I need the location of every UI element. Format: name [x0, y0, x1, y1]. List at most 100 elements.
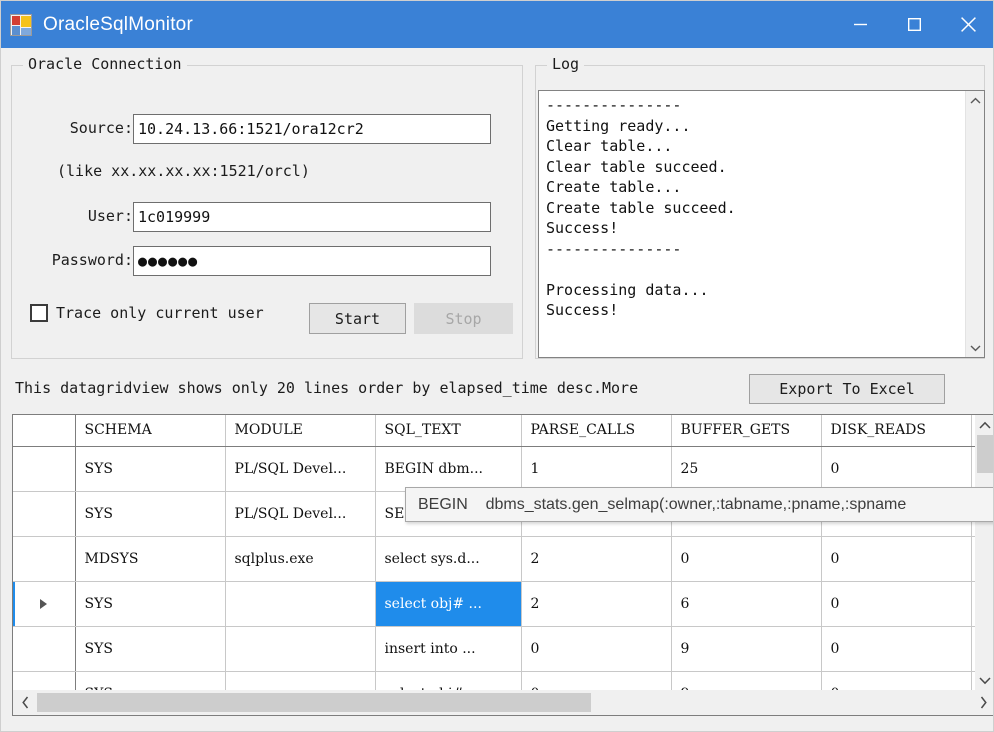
header-buffer-gets[interactable]: BUFFER_GETS — [671, 415, 822, 447]
header-schema[interactable]: SCHEMA — [75, 415, 226, 447]
table-row[interactable]: MDSYS sqlplus.exe select sys.d... 2 0 0 — [13, 536, 975, 582]
stop-button: Stop — [414, 303, 513, 334]
cell-sql-text[interactable]: insert into ... — [375, 626, 522, 672]
datagrid-scroll-down-button[interactable] — [975, 670, 993, 690]
password-input[interactable]: ●●●●●● — [133, 246, 491, 276]
minimize-button[interactable] — [833, 1, 887, 48]
header-parse-calls[interactable]: PARSE_CALLS — [521, 415, 672, 447]
cell-schema[interactable]: SYS — [75, 626, 226, 672]
user-input[interactable]: 1c019999 — [133, 202, 491, 232]
cell-sql-text[interactable]: select obj# — [375, 671, 522, 690]
log-vertical-scrollbar[interactable] — [965, 91, 984, 357]
datagrid-body: SYS PL/SQL Devel... BEGIN dbm... 1 25 0 SYS PL/… — [13, 446, 975, 690]
cell-buffer-gets[interactable]: 9 — [671, 626, 822, 672]
cell-schema[interactable]: SYS — [75, 581, 226, 627]
sql-text-tooltip: BEGIN dbms_stats.gen_selmap(:owner,:tabn… — [405, 487, 993, 522]
row-selector-cell[interactable] — [13, 491, 76, 537]
datagrid-viewport: SCHEMA MODULE SQL_TEXT PARSE_CALLS BUFFE… — [13, 415, 975, 690]
datagrid-hscroll-thumb[interactable] — [37, 693, 591, 712]
user-label: User: — [87, 207, 133, 225]
cell-schema[interactable]: MDSYS — [75, 536, 226, 582]
cell-module[interactable] — [225, 626, 376, 672]
cell-sql-text[interactable]: BEGIN dbm... — [375, 446, 522, 492]
cell-buffer-gets[interactable]: 6 — [671, 581, 822, 627]
cell-disk-reads[interactable]: 0 — [821, 626, 972, 672]
datagrid-vscroll-thumb[interactable] — [977, 435, 993, 473]
cell-parse-calls[interactable]: 0 — [521, 671, 672, 690]
row-selector-cell[interactable] — [13, 671, 76, 690]
password-label: Password: — [51, 251, 133, 269]
cell-disk-reads[interactable]: 0 — [821, 446, 972, 492]
close-button[interactable] — [941, 1, 993, 48]
table-row[interactable]: SYS select obj# ... 2 6 0 — [13, 581, 975, 627]
table-row[interactable]: SYS insert into ... 0 9 0 — [13, 626, 975, 672]
log-text: --------------- Getting ready... Clear t… — [546, 96, 736, 319]
datagrid-scroll-up-button[interactable] — [975, 415, 993, 435]
cell-module[interactable]: sqlplus.exe — [225, 536, 376, 582]
cell-schema[interactable]: SYS — [75, 446, 226, 492]
log-scroll-up-button[interactable] — [966, 91, 984, 110]
checkbox-box[interactable] — [30, 304, 48, 322]
cell-buffer-gets[interactable]: 25 — [671, 446, 822, 492]
window-controls — [833, 1, 993, 48]
row-selector-cell[interactable] — [13, 581, 76, 627]
cell-sql-text[interactable]: select sys.d... — [375, 536, 522, 582]
window-title: OracleSqlMonitor — [43, 13, 193, 35]
cell-parse-calls[interactable]: 1 — [521, 446, 672, 492]
log-textbox[interactable]: --------------- Getting ready... Clear t… — [538, 90, 985, 358]
cell-module[interactable]: PL/SQL Devel... — [225, 491, 376, 537]
cell-disk-reads[interactable]: 0 — [821, 671, 972, 690]
table-row[interactable]: SYS PL/SQL Devel... BEGIN dbm... 1 25 0 — [13, 446, 975, 492]
row-selector-cell[interactable] — [13, 626, 76, 672]
app-icon — [10, 13, 32, 36]
current-row-arrow-icon — [40, 598, 48, 609]
start-button[interactable]: Start — [309, 303, 406, 334]
cell-schema[interactable]: SYS — [75, 491, 226, 537]
chevron-down-icon — [970, 344, 981, 351]
header-module[interactable]: MODULE — [225, 415, 376, 447]
cell-parse-calls[interactable]: 0 — [521, 626, 672, 672]
cell-disk-reads[interactable]: 0 — [821, 536, 972, 582]
chevron-right-icon — [980, 696, 987, 709]
datagrid-vertical-scrollbar[interactable] — [975, 415, 993, 690]
trace-only-current-user-label: Trace only current user — [56, 304, 264, 322]
source-label: Source: — [69, 119, 133, 137]
header-row: SCHEMA MODULE SQL_TEXT PARSE_CALLS BUFFE… — [13, 415, 975, 447]
cell-buffer-gets[interactable]: 0 — [671, 536, 822, 582]
header-sql-text[interactable]: SQL_TEXT — [375, 415, 522, 447]
datagrid-scroll-left-button[interactable] — [13, 690, 37, 715]
export-to-excel-button[interactable]: Export To Excel — [749, 374, 945, 404]
cell-sql-text[interactable]: select obj# ... — [375, 581, 522, 627]
trace-only-current-user-checkbox[interactable]: Trace only current user — [30, 304, 264, 322]
cell-parse-calls[interactable]: 2 — [521, 536, 672, 582]
chevron-up-icon — [970, 97, 981, 104]
application-window: OracleSqlMonitor Oracle Connection Sourc… — [0, 0, 994, 732]
datagrid-horizontal-scrollbar[interactable] — [13, 690, 993, 715]
log-group-title: Log — [547, 55, 585, 73]
datagrid-note: This datagridview shows only 20 lines or… — [15, 379, 639, 397]
title-bar: OracleSqlMonitor — [1, 1, 993, 48]
source-input[interactable]: 10.24.13.66:1521/ora12cr2 — [133, 114, 491, 144]
table-row[interactable]: SYSselect obj#090 — [13, 671, 975, 690]
datagrid-scroll-right-button[interactable] — [971, 690, 993, 715]
cell-parse-calls[interactable]: 2 — [521, 581, 672, 627]
row-selector-cell[interactable] — [13, 446, 76, 492]
cell-schema[interactable]: SYS — [75, 671, 226, 690]
log-scroll-down-button[interactable] — [966, 338, 984, 357]
cell-buffer-gets[interactable]: 9 — [671, 671, 822, 690]
header-rowselector — [13, 415, 76, 447]
maximize-icon — [907, 18, 921, 31]
chevron-up-icon — [979, 421, 991, 429]
row-selector-cell[interactable] — [13, 536, 76, 582]
datagridview: SCHEMA MODULE SQL_TEXT PARSE_CALLS BUFFE… — [12, 414, 993, 716]
oracle-connection-group-title: Oracle Connection — [23, 55, 187, 73]
cell-module[interactable] — [225, 671, 376, 690]
source-format-hint: (like xx.xx.xx.xx:1521/orcl) — [57, 162, 310, 180]
maximize-button[interactable] — [887, 1, 941, 48]
cell-disk-reads[interactable]: 0 — [821, 581, 972, 627]
header-disk-reads[interactable]: DISK_READS — [821, 415, 972, 447]
close-icon — [960, 17, 976, 32]
cell-module[interactable]: PL/SQL Devel... — [225, 446, 376, 492]
datagrid-header: SCHEMA MODULE SQL_TEXT PARSE_CALLS BUFFE… — [13, 415, 975, 447]
cell-module[interactable] — [225, 581, 376, 627]
